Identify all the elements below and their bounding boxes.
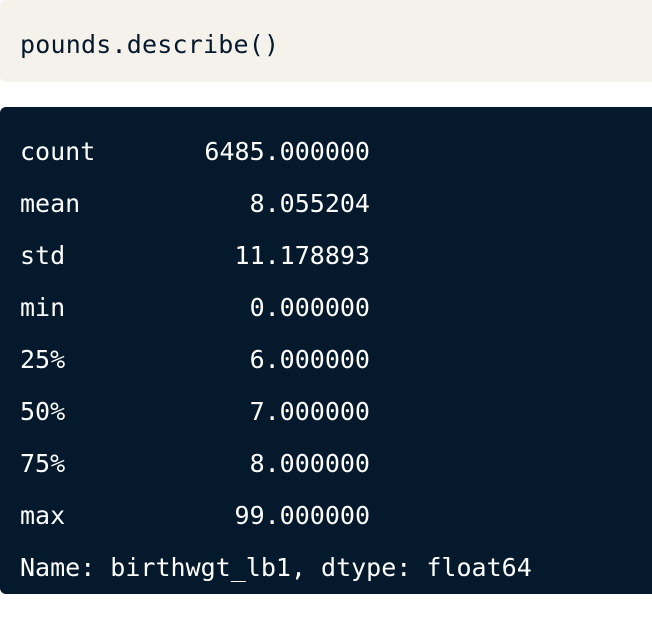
output-row-std: std 11.178893 bbox=[20, 241, 640, 293]
code-input-text: pounds.describe() bbox=[20, 30, 280, 59]
stat-value: 99.000000 bbox=[234, 501, 370, 530]
code-input-cell[interactable]: pounds.describe() bbox=[0, 0, 652, 82]
stat-label: count bbox=[20, 137, 96, 166]
output-row-count: count 6485.000000 bbox=[20, 137, 640, 189]
stat-label: 75% bbox=[20, 449, 66, 478]
output-row-50pct: 50% 7.000000 bbox=[20, 397, 640, 449]
stat-value: 8.000000 bbox=[249, 449, 370, 478]
output-row-25pct: 25% 6.000000 bbox=[20, 345, 640, 397]
stat-value: 6.000000 bbox=[249, 345, 370, 374]
stat-value: 6485.000000 bbox=[204, 137, 370, 166]
stat-value: 0.000000 bbox=[249, 293, 370, 322]
output-row-mean: mean 8.055204 bbox=[20, 189, 640, 241]
stat-value: 11.178893 bbox=[234, 241, 370, 270]
stat-label: 50% bbox=[20, 397, 66, 426]
output-row-min: min 0.000000 bbox=[20, 293, 640, 345]
stat-label: max bbox=[20, 501, 66, 530]
stat-label: min bbox=[20, 293, 66, 322]
stat-label: 25% bbox=[20, 345, 66, 374]
output-row-max: max 99.000000 bbox=[20, 501, 640, 553]
stat-value: 7.000000 bbox=[249, 397, 370, 426]
stat-value: 8.055204 bbox=[249, 189, 370, 218]
code-output-cell: count 6485.000000 mean 8.055204 std 11.1… bbox=[0, 107, 652, 594]
series-footer: Name: birthwgt_lb1, dtype: float64 bbox=[20, 553, 532, 582]
stat-label: std bbox=[20, 241, 66, 270]
stat-label: mean bbox=[20, 189, 81, 218]
output-row-75pct: 75% 8.000000 bbox=[20, 449, 640, 501]
